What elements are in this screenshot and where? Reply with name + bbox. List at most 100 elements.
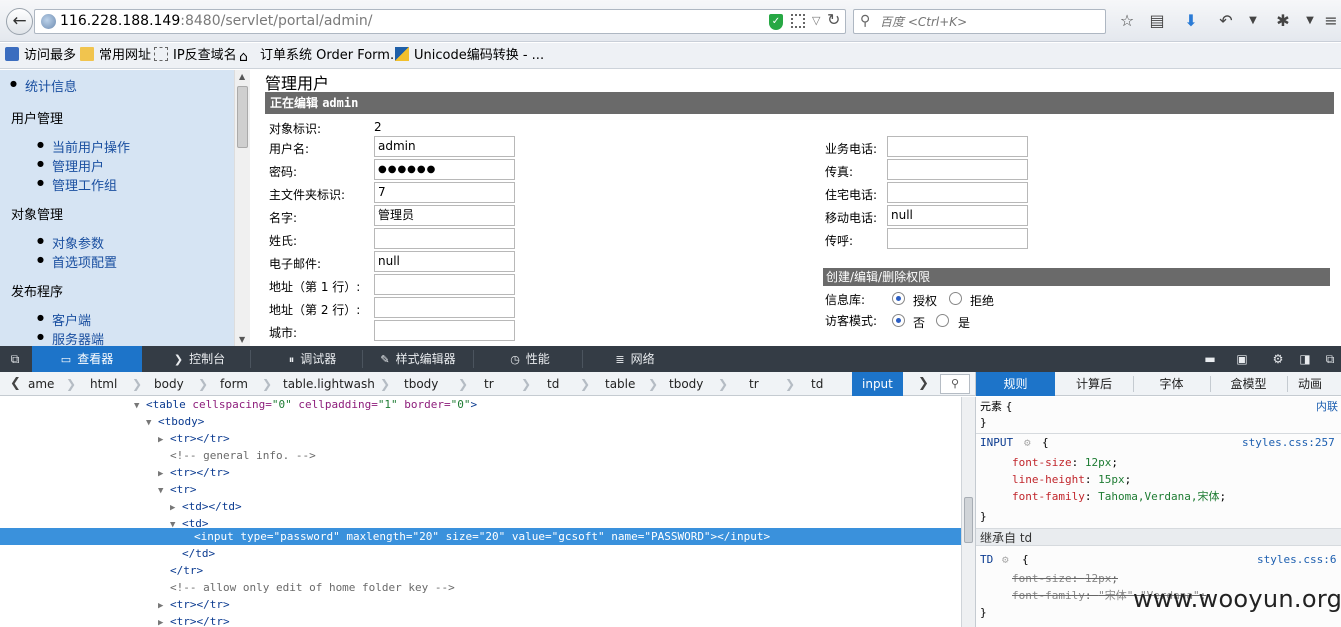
scroll-thumb[interactable]: [237, 86, 248, 148]
reload-icon[interactable]: ↻: [827, 10, 840, 29]
markup-line[interactable]: <!-- general info. -->: [0, 447, 961, 464]
bug-icon[interactable]: ✱: [1273, 11, 1293, 31]
nav-preferences[interactable]: 首选项配置: [37, 252, 117, 271]
nav-server[interactable]: 服务器端: [37, 329, 104, 346]
grant-radio[interactable]: [892, 292, 905, 305]
breadcrumb-item[interactable]: tr: [749, 372, 759, 396]
business-phone-field[interactable]: [887, 136, 1028, 157]
email-field[interactable]: null: [374, 251, 515, 272]
markup-line[interactable]: ▶ <tr></tr>: [0, 464, 961, 481]
markup-line[interactable]: ▶ <tr></tr>: [0, 613, 961, 627]
guest-yes-radio[interactable]: [936, 314, 949, 327]
deny-radio[interactable]: [949, 292, 962, 305]
breadcrumb-item[interactable]: tr: [484, 372, 494, 396]
input-selector[interactable]: INPUT: [980, 435, 1013, 451]
nav-stats[interactable]: 统计信息: [10, 76, 77, 95]
nav-object-params[interactable]: 对象参数: [37, 233, 104, 252]
username-field[interactable]: admin: [374, 136, 515, 157]
guest-no-radio[interactable]: [892, 314, 905, 327]
city-field[interactable]: [374, 320, 515, 341]
css-declaration[interactable]: font-size: 12px;: [1012, 455, 1118, 471]
td-source-link[interactable]: styles.css:6: [1257, 552, 1336, 568]
home-folder-field[interactable]: 7: [374, 182, 515, 203]
bug-dropdown-icon[interactable]: ▼: [1300, 11, 1320, 31]
markup-line[interactable]: ▶ <tr></tr>: [0, 430, 961, 447]
qr-code-icon[interactable]: [791, 14, 805, 28]
dock-side-icon[interactable]: ◨: [1295, 346, 1315, 372]
css-declaration[interactable]: font-family: Tahoma,Verdana,宋体;: [1012, 489, 1226, 505]
tab-inspector[interactable]: ▭ 查看器: [32, 346, 142, 372]
tab-fonts[interactable]: 字体: [1134, 372, 1209, 396]
css-declaration-overridden[interactable]: font-size: 12px;: [1012, 571, 1118, 587]
nav-current-ops[interactable]: 当前用户操作: [37, 137, 130, 156]
inline-source-link[interactable]: 内联: [1316, 399, 1338, 415]
separate-window-icon[interactable]: ⧉: [1320, 346, 1340, 372]
tab-rules[interactable]: 规则: [976, 372, 1055, 396]
breadcrumb-item[interactable]: form: [220, 372, 248, 396]
markup-line[interactable]: <!-- allow only edit of home folder key …: [0, 579, 961, 596]
split-console-icon[interactable]: ▬: [1200, 346, 1220, 372]
gear-icon[interactable]: ⚙: [1002, 552, 1009, 568]
menu-icon[interactable]: ≡: [1321, 11, 1341, 31]
breadcrumb-item[interactable]: tbody: [669, 372, 703, 396]
responsive-icon[interactable]: ▣: [1232, 346, 1252, 372]
bookmark-unicode[interactable]: Unicode编码转换 - ...: [395, 47, 544, 65]
td-selector[interactable]: TD: [980, 552, 993, 568]
markup-scrollbar[interactable]: [961, 397, 975, 627]
markup-line[interactable]: ▶ <tr></tr>: [0, 596, 961, 613]
pick-element-icon[interactable]: ⧉: [5, 346, 25, 372]
scroll-thumb[interactable]: [964, 497, 973, 543]
markup-line[interactable]: ▼ <table cellspacing="0" cellpadding="1" …: [0, 397, 961, 413]
password-field[interactable]: ●●●●●●: [374, 159, 515, 180]
tab-box-model[interactable]: 盒模型: [1211, 372, 1286, 396]
undo-dropdown-icon[interactable]: ▼: [1243, 11, 1263, 31]
nav-manage-groups[interactable]: 管理工作组: [37, 175, 117, 194]
markup-search-icon[interactable]: ⚲: [940, 374, 970, 394]
bookmark-most-visited[interactable]: 访问最多: [5, 47, 76, 65]
input-source-link[interactable]: styles.css:257: [1242, 435, 1335, 451]
tab-network[interactable]: ≣ 网络: [595, 346, 675, 372]
undo-icon[interactable]: ↶: [1216, 11, 1236, 31]
first-name-field[interactable]: 管理员: [374, 205, 515, 226]
back-arrow-icon[interactable]: ←: [6, 8, 33, 35]
markup-line[interactable]: </tr>: [0, 562, 961, 579]
last-name-field[interactable]: [374, 228, 515, 249]
star-icon[interactable]: ☆: [1117, 11, 1137, 31]
breadcrumb-item[interactable]: tbody: [404, 372, 438, 396]
breadcrumb-item-active[interactable]: input: [852, 372, 903, 396]
markup-line-selected[interactable]: <input type="password" maxlength="20" si…: [0, 528, 961, 545]
tab-console[interactable]: ❯ 控制台: [152, 346, 247, 372]
shield-check-icon[interactable]: ✓: [769, 14, 783, 30]
breadcrumb-item[interactable]: ame: [28, 372, 54, 396]
url-text[interactable]: 116.228.188.149:8480/servlet/portal/admi…: [60, 13, 372, 29]
nav-manage-users[interactable]: 管理用户: [37, 156, 104, 175]
url-bar[interactable]: 116.228.188.149:8480/servlet/portal/admi…: [34, 9, 846, 34]
breadcrumb-item[interactable]: html: [90, 372, 117, 396]
tab-debugger[interactable]: ⏸ 调试器: [265, 346, 360, 372]
tab-animations[interactable]: 动画: [1288, 372, 1341, 396]
breadcrumb-item[interactable]: table: [605, 372, 635, 396]
mobile-phone-field[interactable]: null: [887, 205, 1028, 226]
breadcrumb-item[interactable]: body: [154, 372, 184, 396]
tab-performance[interactable]: ◷ 性能: [485, 346, 575, 372]
breadcrumb-next-icon[interactable]: ❯: [918, 372, 929, 396]
gear-icon[interactable]: ⚙: [1024, 435, 1031, 451]
search-bar[interactable]: ⚲: [853, 9, 1106, 34]
css-declaration[interactable]: line-height: 15px;: [1012, 472, 1131, 488]
search-input[interactable]: [880, 13, 1100, 30]
tab-computed[interactable]: 计算后: [1056, 372, 1132, 396]
markup-line[interactable]: ▼ <tbody>: [0, 413, 961, 430]
breadcrumb-item[interactable]: table.lightwash: [283, 372, 375, 396]
nav-scrollbar[interactable]: ▲ ▼: [234, 70, 250, 346]
reading-list-icon[interactable]: ▤: [1147, 11, 1167, 31]
dropdown-arrow-icon[interactable]: ▽: [812, 14, 820, 27]
pager-field[interactable]: [887, 228, 1028, 249]
tab-style-editor[interactable]: ✎ 样式编辑器: [368, 346, 468, 372]
download-icon[interactable]: ⬇: [1181, 11, 1201, 31]
markup-line[interactable]: </td>: [0, 545, 961, 562]
bookmark-order-system[interactable]: ⌂ 订单系统 Order Form...: [239, 47, 402, 65]
address-2-field[interactable]: [374, 297, 515, 318]
scroll-down-icon[interactable]: ▼: [239, 335, 245, 344]
home-phone-field[interactable]: [887, 182, 1028, 203]
bookmark-common-sites[interactable]: 常用网址: [80, 47, 151, 65]
